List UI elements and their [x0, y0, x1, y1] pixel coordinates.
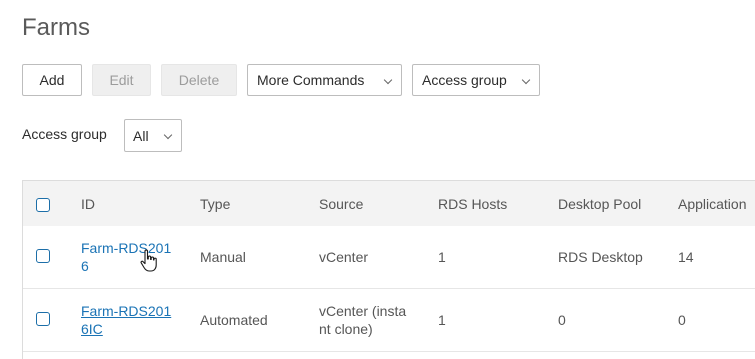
row-checkbox[interactable]: [36, 312, 50, 326]
farm-source-line: nt clone): [319, 321, 373, 337]
farm-rds-hosts: 1: [438, 249, 446, 265]
column-header-id[interactable]: ID: [81, 195, 95, 213]
access-group-dropdown[interactable]: Access group: [412, 64, 540, 96]
select-all-checkbox[interactable]: [36, 198, 50, 212]
farm-id-line: 6IC: [81, 321, 103, 337]
column-header-source[interactable]: Source: [319, 195, 363, 213]
chevron-down-icon: [383, 75, 393, 85]
farm-source: vCenter: [319, 249, 369, 265]
farm-id-link[interactable]: Farm-RDS201 6IC: [81, 302, 171, 338]
delete-button[interactable]: Delete: [161, 64, 237, 96]
column-header-rds-hosts[interactable]: RDS Hosts: [438, 195, 507, 213]
farm-desktop-pool: RDS Desktop: [558, 249, 643, 265]
column-header-application[interactable]: Application: [678, 195, 747, 213]
access-group-label: Access group: [422, 72, 507, 88]
farm-application: 0: [678, 312, 686, 328]
row-checkbox[interactable]: [36, 249, 50, 263]
access-group-filter-label: Access group: [22, 126, 107, 142]
farm-application: 14: [678, 249, 694, 265]
access-group-filter-value: All: [133, 127, 149, 144]
column-header-type[interactable]: Type: [200, 195, 230, 213]
farm-rds-hosts: 1: [438, 312, 446, 328]
table-row[interactable]: Farm-RDS201 6IC Automated vCenter (insta…: [23, 289, 755, 352]
edit-button[interactable]: Edit: [92, 64, 151, 96]
farm-desktop-pool: 0: [558, 312, 566, 328]
farms-table: ID Type Source RDS Hosts Desktop Pool Ap…: [22, 180, 755, 359]
farm-source: vCenter (insta nt clone): [319, 302, 406, 338]
page-title: Farms: [22, 14, 90, 41]
hand-pointer-icon: [140, 249, 157, 272]
column-header-desktop-pool[interactable]: Desktop Pool: [558, 195, 641, 213]
chevron-down-icon: [163, 130, 173, 140]
farm-source-line: vCenter (insta: [319, 303, 407, 319]
access-group-filter-select[interactable]: All: [124, 119, 182, 152]
farm-type: Manual: [200, 249, 246, 265]
chevron-down-icon: [521, 75, 531, 85]
farm-type: Automated: [200, 312, 268, 328]
more-commands-label: More Commands: [257, 72, 365, 88]
more-commands-dropdown[interactable]: More Commands: [247, 64, 402, 96]
farm-id-line: Farm-RDS201: [81, 303, 172, 319]
table-header: ID Type Source RDS Hosts Desktop Pool Ap…: [23, 181, 755, 227]
add-button[interactable]: Add: [22, 64, 82, 96]
table-row[interactable]: Farm-RDS201 6 Manual vCenter 1 RDS Deskt…: [23, 226, 755, 289]
